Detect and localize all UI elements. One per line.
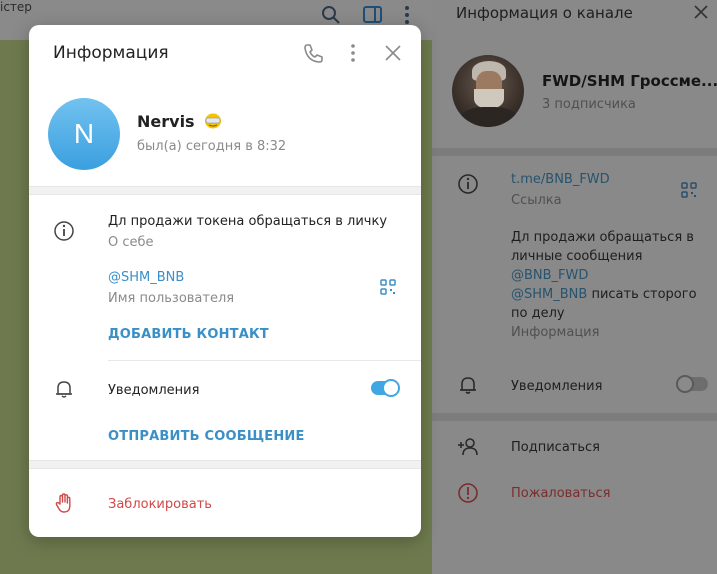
notifications-label: Уведомления [108,383,200,398]
divider [432,148,717,156]
close-icon[interactable] [382,42,404,64]
channel-info-panel: Информация о канале FWD/SHM Гроссме... 3… [432,0,717,574]
add-contact-button[interactable]: ДОБАВИТЬ КОНТАКТ [108,327,269,342]
bio-text: Дл продажи токена обращаться в личку [108,214,388,229]
channel-link-label: Ссылка [511,193,562,208]
channel-name: FWD/SHM Гроссме... [542,72,717,90]
chat-title[interactable]: істер [0,0,32,14]
mention-link[interactable]: @BNB_FWD [511,266,701,285]
close-icon[interactable] [693,4,709,20]
channel-description: Дл продажи обращаться в личные сообщения… [511,228,701,323]
add-user-icon[interactable] [457,436,479,458]
bio-label: О себе [108,235,154,250]
block-hand-icon[interactable] [53,492,75,514]
info-icon [458,174,478,194]
description-label: Информация [511,325,600,340]
mention-link[interactable]: @SHM_BNB [511,287,587,302]
avatar[interactable]: N [48,98,120,170]
block-button[interactable]: Заблокировать [108,497,212,512]
user-info-dialog: Информация N Nervis был(а) сегодня в 8:3… [29,25,421,537]
emoji-status-icon[interactable] [204,113,222,129]
bell-icon [56,381,72,398]
more-vertical-icon[interactable] [396,4,418,26]
username-label: Имя пользователя [108,291,235,306]
channel-avatar[interactable] [452,55,524,127]
report-button[interactable]: Пожаловаться [511,486,611,501]
qr-code-icon[interactable] [681,182,697,198]
qr-code-icon[interactable] [380,279,396,295]
user-name: Nervis [137,112,222,131]
notifications-toggle[interactable] [676,375,708,393]
divider [432,413,717,421]
search-icon[interactable] [320,4,342,26]
username-link[interactable]: @SHM_BNB [108,270,184,285]
bell-icon [460,377,476,394]
notifications-toggle[interactable] [371,379,400,397]
divider [29,460,421,469]
send-message-button[interactable]: ОТПРАВИТЬ СООБЩЕНИЕ [108,429,305,444]
dialog-title: Информация [53,43,169,63]
subscribe-button[interactable]: Подписаться [511,440,600,455]
divider [29,186,421,195]
more-vertical-icon[interactable] [342,42,364,64]
phone-icon[interactable] [302,42,324,64]
sidebar-toggle-icon[interactable] [362,4,384,26]
notifications-label: Уведомления [511,379,603,394]
info-icon [54,221,74,241]
channel-link[interactable]: t.me/BNB_FWD [511,172,610,187]
last-seen-status: был(а) сегодня в 8:32 [137,139,287,154]
panel-title: Информация о канале [456,4,633,22]
subscriber-count: 3 подписчика [542,97,636,112]
divider [108,360,421,361]
report-icon[interactable] [457,482,479,504]
